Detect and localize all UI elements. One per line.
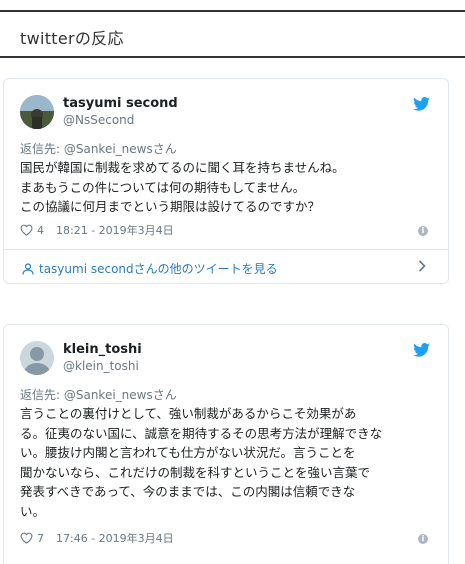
- reply-context: 返信先: @Sankei_newsさん: [20, 140, 177, 157]
- timestamp[interactable]: 18:21 - 2019年3月4日: [56, 222, 174, 238]
- author-handle[interactable]: @klein_toshi: [63, 359, 139, 373]
- heart-icon[interactable]: [20, 532, 33, 544]
- reply-prefix: 返信先:: [20, 388, 64, 402]
- heart-icon[interactable]: [20, 224, 33, 236]
- author-handle[interactable]: @NsSecond: [63, 113, 134, 127]
- reply-to-handle[interactable]: @Sankei_newsさん: [64, 388, 177, 402]
- like-count: 4: [37, 223, 44, 237]
- reply-context: 返信先: @Sankei_newsさん: [20, 386, 177, 403]
- more-tweets-label: tasyumi secondさんの他のツイートを見る: [39, 262, 278, 276]
- tweet-text: 言うことの裏付けとして、強い制裁があるからこそ効果があ る。征夷のない国に、誠意…: [20, 406, 383, 519]
- twitter-bird-icon[interactable]: [413, 97, 430, 111]
- like-count: 7: [37, 531, 44, 545]
- info-icon[interactable]: i: [418, 534, 428, 544]
- author-name[interactable]: klein_toshi: [63, 342, 142, 357]
- info-icon[interactable]: i: [418, 226, 428, 236]
- user-photo-avatar[interactable]: [20, 95, 54, 129]
- tweet-card[interactable]: tasyumi second @NsSecond 返信先: @Sankei_ne…: [3, 78, 449, 284]
- section-title: twitterの反応: [20, 29, 124, 48]
- tweet-meta: 4 18:21 - 2019年3月4日: [20, 222, 174, 238]
- twitter-bird-icon[interactable]: [413, 343, 430, 357]
- reply-to-handle[interactable]: @Sankei_newsさん: [64, 142, 177, 156]
- section-header: twitterの反応: [0, 10, 465, 58]
- reply-prefix: 返信先:: [20, 142, 64, 156]
- timestamp[interactable]: 17:46 - 2019年3月4日: [56, 530, 174, 546]
- author-name[interactable]: tasyumi second: [63, 96, 178, 111]
- default-avatar[interactable]: [20, 341, 54, 375]
- tweet-text: 国民が韓国に制裁を求めてるのに聞く耳を持ちませんね。 まあもうこの件については何…: [20, 160, 345, 214]
- more-tweets-link[interactable]: tasyumi secondさんの他のツイートを見る: [22, 260, 278, 277]
- divider: [4, 249, 448, 250]
- tweet-meta: 7 17:46 - 2019年3月4日: [20, 530, 174, 546]
- chevron-right-icon[interactable]: [418, 260, 426, 272]
- person-icon: [22, 262, 34, 275]
- tweet-card[interactable]: klein_toshi @klein_toshi 返信先: @Sankei_ne…: [3, 324, 449, 564]
